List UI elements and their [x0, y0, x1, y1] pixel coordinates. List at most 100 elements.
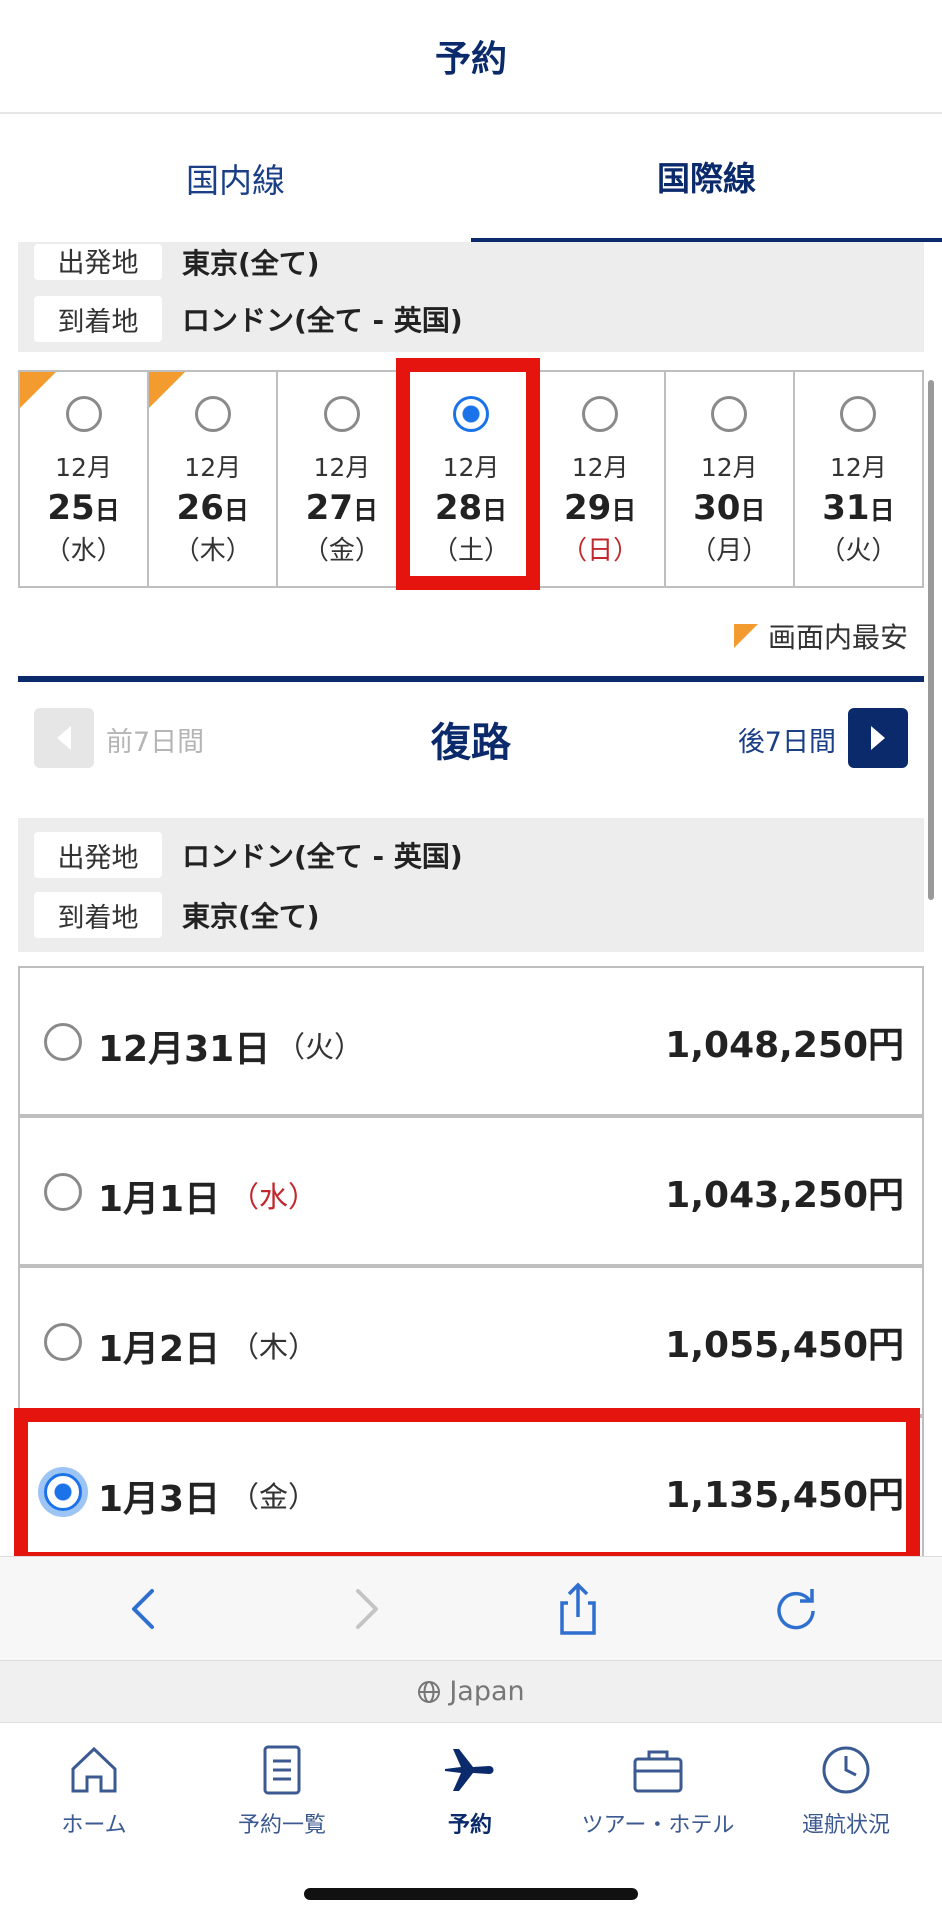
option-radio[interactable]	[44, 1173, 82, 1211]
date-dow: （水）	[44, 536, 123, 566]
option-price: 1,055,450円	[665, 1325, 904, 1366]
nav-reservation[interactable]: 予約	[376, 1739, 564, 1859]
list-item[interactable]: 1月2日 （木） 1,055,450円	[18, 1266, 924, 1416]
browser-toolbar	[0, 1556, 942, 1660]
chevron-right-icon	[871, 726, 885, 750]
date-day: 30日	[693, 488, 766, 528]
date-cell-1229[interactable]: 12月 29日 （日）	[537, 372, 666, 586]
date-month: 12月	[313, 453, 371, 482]
option-price: 1,048,250円	[665, 1025, 904, 1066]
cheapest-legend: 画面内最安	[733, 616, 908, 656]
tab-domestic[interactable]: 国内線	[0, 114, 471, 242]
date-cell-1230[interactable]: 12月 30日 （月）	[666, 372, 795, 586]
suitcase-icon	[633, 1750, 683, 1793]
back-icon[interactable]	[116, 1579, 176, 1639]
date-radio[interactable]	[711, 396, 748, 432]
route-type-tabs: 国内線 国際線	[0, 114, 942, 242]
list-item[interactable]: 1月1日 （水） 1,043,250円	[18, 1116, 924, 1266]
date-radio[interactable]	[194, 396, 231, 432]
date-day: 27日	[305, 488, 379, 528]
section-divider	[18, 676, 924, 682]
option-date: 1月2日	[98, 1329, 221, 1370]
date-day: 26日	[176, 488, 249, 528]
date-radio[interactable]	[582, 396, 619, 432]
nav-reservation-list[interactable]: 予約一覧	[188, 1739, 376, 1859]
nav-label: ツアー・ホテル	[581, 1813, 735, 1838]
date-month: 12月	[55, 453, 112, 482]
option-dow: （木）	[230, 1330, 318, 1364]
tab-international[interactable]: 国際線	[471, 114, 942, 242]
arrival-tag: 到着地	[34, 892, 162, 938]
page-scrollbar[interactable]	[928, 380, 934, 900]
date-cell-1225[interactable]: 12月 25日 （水）	[20, 372, 150, 586]
date-cell-1231[interactable]: 12月 31日 （火）	[795, 372, 922, 586]
departure-value: 東京(全て)	[182, 247, 320, 280]
legend-label: 画面内最安	[767, 621, 908, 654]
nav-label: 予約	[447, 1813, 492, 1838]
nav-flight-status[interactable]: 運航状況	[752, 1739, 940, 1859]
app-header: 予約	[0, 0, 942, 114]
date-month: 12月	[830, 453, 887, 482]
selected-outbound-highlight	[396, 358, 540, 590]
reload-icon[interactable]	[766, 1579, 826, 1639]
date-dow: （日）	[561, 536, 640, 566]
nav-home[interactable]: ホーム	[0, 1739, 188, 1859]
next-7-days-button[interactable]	[848, 708, 908, 768]
cheapest-marker-icon	[733, 624, 758, 648]
clock-icon	[822, 1746, 870, 1794]
date-month: 12月	[700, 453, 758, 482]
departure-tag: 出発地	[34, 244, 162, 280]
date-day: 29日	[563, 488, 637, 528]
globe-icon	[418, 1680, 441, 1703]
home-indicator	[304, 1888, 638, 1900]
date-radio[interactable]	[65, 396, 102, 432]
return-route-box: 出発地 ロンドン(全て - 英国) 到着地 東京(全て)	[18, 818, 924, 952]
nav-label: ホーム	[61, 1813, 127, 1838]
option-radio[interactable]	[44, 1323, 82, 1361]
option-date: 1月1日	[98, 1179, 221, 1220]
date-month: 12月	[184, 453, 242, 482]
option-dow: （水）	[230, 1180, 318, 1214]
nav-tour-hotel[interactable]: ツアー・ホテル	[564, 1739, 752, 1859]
document-list-icon	[263, 1745, 301, 1795]
airplane-icon	[445, 1749, 494, 1791]
cheapest-marker-icon	[20, 372, 56, 408]
arrival-tag: 到着地	[34, 296, 162, 342]
date-day: 31日	[822, 488, 895, 528]
region-label: Japan	[449, 1676, 525, 1707]
departure-tag: 出発地	[34, 832, 162, 878]
date-radio[interactable]	[323, 396, 360, 432]
return-nav-row: 前7日間 復路 後7日間	[34, 706, 908, 770]
option-date: 12月31日	[98, 1029, 271, 1070]
option-radio[interactable]	[44, 1023, 82, 1061]
nav-label: 運航状況	[801, 1813, 890, 1838]
date-cell-1227[interactable]: 12月 27日 （金）	[278, 372, 408, 586]
return-departure-row: 出発地 ロンドン(全て - 英国)	[34, 832, 463, 878]
departure-value: ロンドン(全て - 英国)	[182, 840, 463, 873]
selected-return-highlight	[14, 1408, 920, 1566]
option-dow: （火）	[276, 1030, 364, 1064]
outbound-arrival-row: 到着地 ロンドン(全て - 英国)	[34, 296, 463, 342]
outbound-departure-row: 出発地 東京(全て)	[34, 242, 320, 282]
forward-icon[interactable]	[334, 1579, 394, 1639]
date-dow: （金）	[302, 536, 381, 566]
date-radio[interactable]	[840, 396, 877, 432]
return-arrival-row: 到着地 東京(全て)	[34, 892, 320, 938]
date-dow: （月）	[690, 536, 769, 566]
share-icon[interactable]	[548, 1579, 608, 1639]
next-7-days-label[interactable]: 後7日間	[738, 720, 836, 759]
outbound-route-box: 出発地 東京(全て) 到着地 ロンドン(全て - 英国)	[18, 242, 924, 352]
browser-region-bar[interactable]: Japan	[0, 1660, 942, 1722]
page-title: 予約	[434, 39, 507, 80]
date-month: 12月	[571, 453, 629, 482]
option-price: 1,043,250円	[665, 1175, 904, 1216]
date-day: 25日	[47, 488, 120, 528]
arrival-value: ロンドン(全て - 英国)	[182, 304, 463, 337]
arrival-value: 東京(全て)	[182, 900, 320, 933]
list-item[interactable]: 12月31日 （火） 1,048,250円	[18, 966, 924, 1116]
nav-label: 予約一覧	[237, 1813, 326, 1838]
date-cell-1226[interactable]: 12月 26日 （木）	[149, 372, 279, 586]
date-dow: （木）	[173, 536, 252, 566]
date-dow: （火）	[819, 536, 898, 566]
home-icon	[71, 1746, 117, 1793]
